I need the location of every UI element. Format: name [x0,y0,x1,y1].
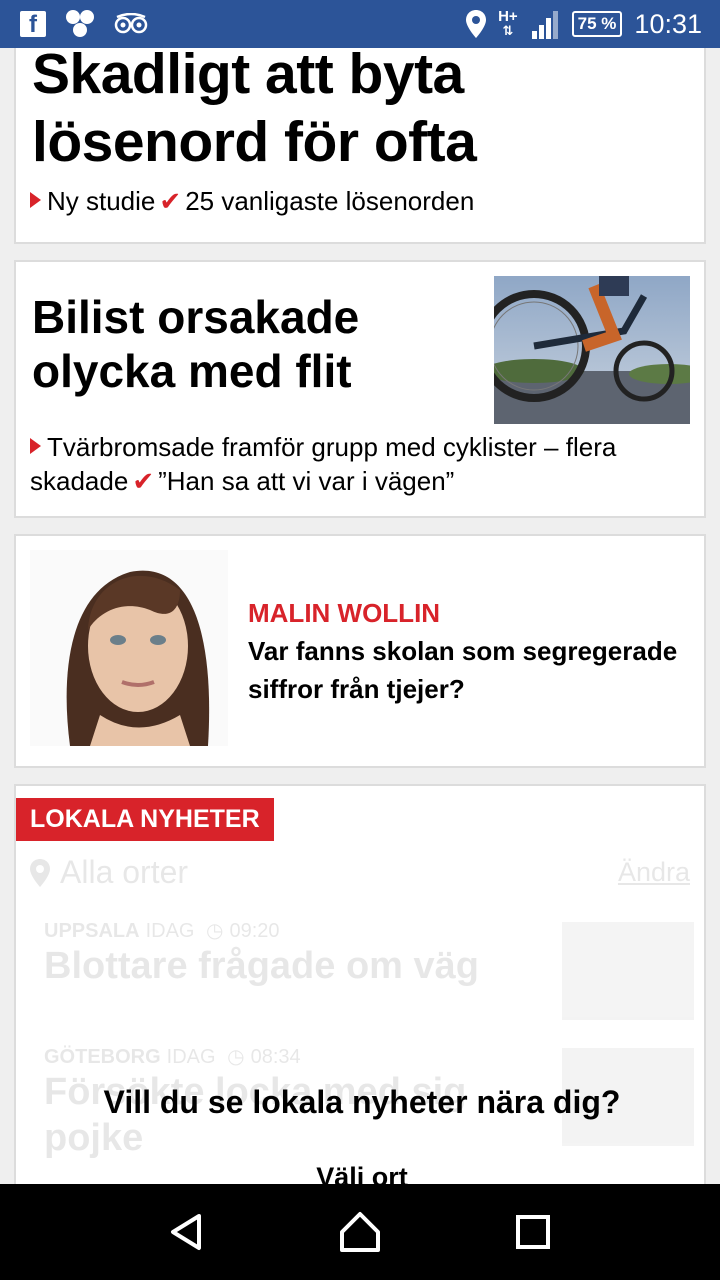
back-icon [170,1214,201,1250]
local-news-prompt: Vill du se lokala nyheter nära dig? [103,1084,621,1120]
back-button[interactable] [157,1202,217,1262]
location-row: Alla orter Ändra [30,854,690,891]
author-name[interactable]: MALIN WOLLIN [248,598,440,629]
location-icon [466,10,487,38]
hexagon-app-icon [66,10,94,37]
news-thumbnail[interactable] [562,922,694,1020]
article-card[interactable]: Skadligt att byta lösenord för ofta Ny s… [14,48,706,244]
checkmark-icon: ✔ [159,186,182,216]
signal-icon [531,11,558,39]
article-headline[interactable]: Bilist orsakade olycka med flit [32,290,472,398]
tripadvisor-icon [114,13,148,34]
facebook-icon: f [20,11,46,38]
clock: 10:31 [634,8,702,39]
article-subline[interactable]: Ny studie ✔ 25 vanligaste lösenorden [30,184,474,218]
triangle-bullet-icon [30,192,41,208]
location-pin-icon [30,858,50,887]
cyclist-photo[interactable] [494,276,690,424]
opinion-title[interactable]: Var fanns skolan som segregerade siffror… [248,632,688,708]
status-bar: f H+ ⇅ 75 % 10:31 [0,0,720,48]
triangle-bullet-icon [30,438,41,454]
author-portrait[interactable] [30,550,228,746]
article-headline[interactable]: Skadligt att byta lösenord för ofta [32,48,672,176]
change-location-link[interactable]: Ändra [618,857,690,888]
opinion-card[interactable]: MALIN WOLLIN Var fanns skolan som segreg… [14,534,706,768]
home-icon [339,1212,380,1252]
article-card[interactable]: Bilist orsakade olycka med flit Tvärbrom… [14,260,706,518]
news-feed[interactable]: Skadligt att byta lösenord för ofta Ny s… [0,48,720,1184]
location-label: Alla orter [60,854,189,890]
checkmark-icon: ✔ [132,466,155,496]
network-type: H+ ⇅ [498,8,518,38]
navigation-bar [0,1184,720,1280]
choose-location-button[interactable]: Välj ort [16,1162,704,1184]
article-subline[interactable]: Tvärbromsade framför grupp med cyklister… [30,430,694,498]
clock-icon: ◷ [206,920,224,942]
battery-icon: 75 % [571,11,623,37]
news-title[interactable]: Blottare frågade om väg [44,943,534,989]
list-item[interactable]: UPPSALA IDAG ◷ 09:20 Blottare frågade om v… [44,918,694,1020]
local-news-badge: LOKALA NYHETER [16,798,274,841]
clock-icon: ◷ [227,1046,245,1068]
home-button[interactable] [330,1202,390,1262]
recents-button[interactable] [503,1202,563,1262]
recents-icon [516,1215,551,1249]
local-news-card: LOKALA NYHETER Alla orter Ändra UPPSALA I… [14,784,706,1184]
